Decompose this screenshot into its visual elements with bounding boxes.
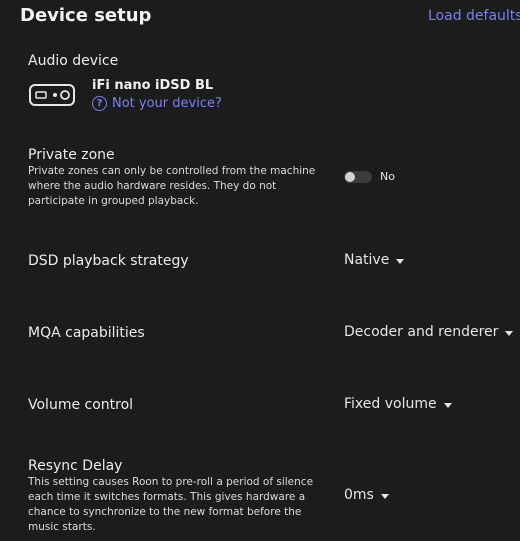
device-name: iFi nano iDSD BL (92, 78, 214, 93)
caret-down-icon (443, 402, 452, 408)
volume-control-dropdown[interactable]: Fixed volume (344, 396, 452, 412)
resync-delay-description: This setting causes Roon to pre-roll a p… (28, 476, 314, 533)
resync-delay-dropdown[interactable]: 0ms (344, 487, 389, 503)
caret-down-icon (505, 330, 514, 336)
volume-control-label: Volume control (28, 397, 134, 413)
mqa-dropdown[interactable]: Decoder and renderer (344, 324, 514, 340)
private-zone-label: Private zone (28, 147, 115, 163)
dsd-playback-value: Native (344, 252, 390, 268)
load-defaults-link[interactable]: Load defaults (428, 8, 520, 24)
dac-device-icon (29, 84, 75, 106)
dsd-playback-dropdown[interactable]: Native (344, 252, 405, 268)
not-your-device-link[interactable]: ? Not your device? (92, 96, 222, 111)
private-zone-toggle[interactable] (344, 171, 372, 183)
not-your-device-label: Not your device? (112, 96, 222, 111)
audio-device-label: Audio device (28, 53, 119, 69)
resync-delay-value: 0ms (344, 487, 374, 503)
private-zone-toggle-value: No (380, 170, 395, 183)
volume-control-value: Fixed volume (344, 396, 437, 412)
resync-delay-label: Resync Delay (28, 458, 123, 474)
page-title: Device setup (20, 5, 152, 26)
caret-down-icon (396, 258, 405, 264)
device-setup-page: Device setup Load defaults Audio device … (0, 0, 520, 541)
help-circle-icon: ? (92, 96, 107, 111)
mqa-value: Decoder and renderer (344, 324, 499, 340)
dsd-playback-label: DSD playback strategy (28, 253, 189, 269)
caret-down-icon (380, 493, 389, 499)
mqa-label: MQA capabilities (28, 325, 145, 341)
private-zone-description: Private zones can only be controlled fro… (28, 165, 316, 207)
toggle-knob (345, 172, 355, 182)
